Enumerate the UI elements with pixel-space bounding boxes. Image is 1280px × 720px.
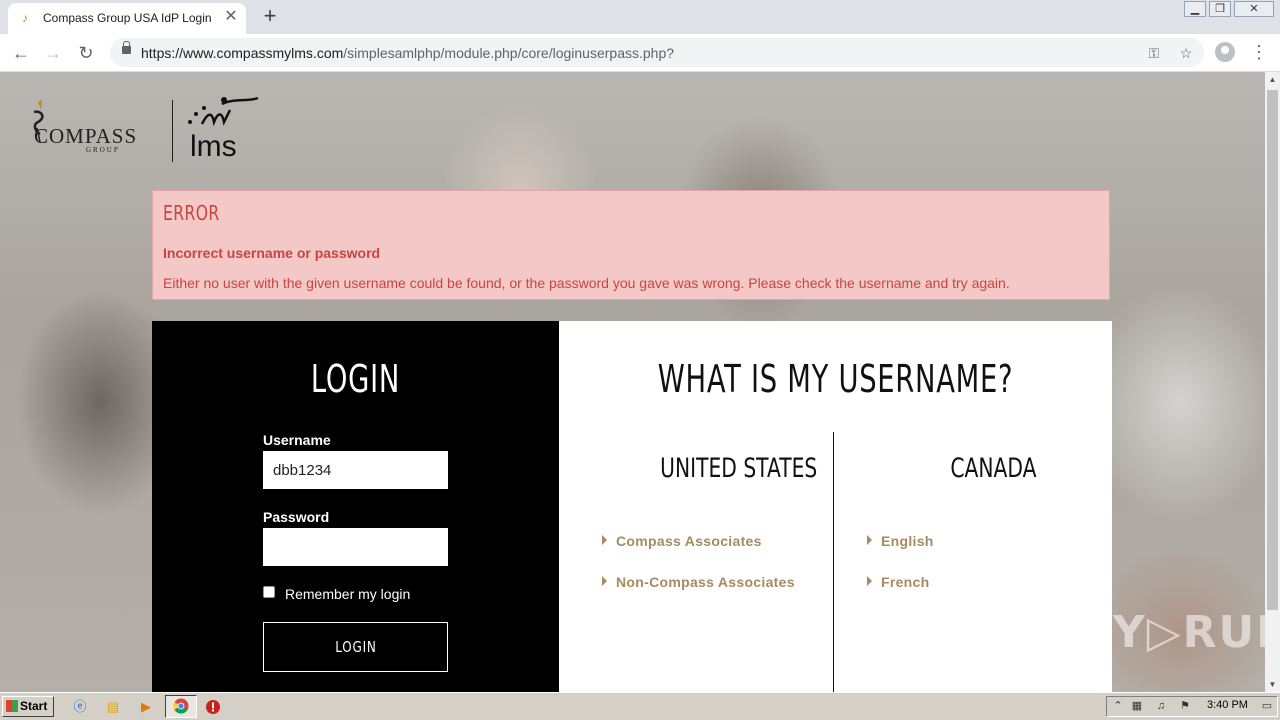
link-canada-french[interactable]: French	[881, 574, 929, 590]
anyrun-watermark: ANY▷RUN	[1038, 607, 1265, 658]
error-alert: ERROR Incorrect username or password Eit…	[152, 190, 1110, 300]
username-label: Username	[263, 432, 331, 448]
new-tab-button[interactable]: +	[258, 5, 282, 29]
taskbar-clock[interactable]: 3:40 PM	[1207, 699, 1248, 711]
scroll-up-icon[interactable]: ▲	[1265, 72, 1280, 87]
windows-flag-icon	[6, 700, 18, 712]
browser-menu-icon[interactable]: ⋮	[1250, 40, 1268, 64]
username-input[interactable]	[263, 451, 448, 489]
system-tray: ⌃ ▦ ♫ ⚑ 3:40 PM ▭	[1106, 696, 1278, 717]
chrome-taskbar-button[interactable]	[165, 695, 197, 718]
address-bar[interactable]: https://www.compassmylms.com/simplesamlp…	[110, 38, 1204, 67]
browser-tab[interactable]: ♪ Compass Group USA IdP Login ✕	[8, 3, 246, 34]
browser-toolbar: ← → ↻ https://www.compassmylms.com/simpl…	[0, 34, 1280, 72]
column-divider	[833, 432, 834, 692]
restore-window-button[interactable]: ❐	[1209, 1, 1231, 17]
browser-tab-strip: ♪ Compass Group USA IdP Login ✕ + ▁ ❐ ✕	[0, 0, 1280, 34]
start-label: Start	[20, 699, 48, 713]
login-button-label: LOGIN	[334, 638, 377, 656]
bookmark-star-icon[interactable]: ☆	[1176, 43, 1196, 63]
minimize-window-button[interactable]: ▁	[1184, 1, 1206, 17]
password-label: Password	[263, 509, 330, 525]
caret-right-icon	[867, 576, 872, 586]
united-states-heading: UNITED STATES	[660, 453, 818, 484]
key-icon[interactable]: ⚿	[1144, 43, 1164, 63]
caret-right-icon	[867, 535, 872, 545]
close-tab-icon[interactable]: ✕	[222, 8, 240, 26]
media-player-icon[interactable]: ▶	[136, 697, 156, 717]
scroll-down-icon[interactable]: ▼	[1265, 677, 1280, 692]
compass-favicon-icon: ♪	[22, 11, 28, 25]
username-help-title: WHAT IS MY USERNAME?	[657, 357, 1014, 401]
compass-mylms-logo[interactable]: COMPASS GROUP lms	[22, 94, 272, 164]
canada-heading: CANADA	[950, 453, 1037, 484]
logo-group-text: GROUP	[86, 146, 120, 154]
show-desktop-icon[interactable]: ▭	[1259, 698, 1275, 714]
remember-login-label[interactable]: Remember my login	[285, 586, 410, 602]
tab-title: Compass Group USA IdP Login	[43, 11, 212, 25]
login-title: LOGIN	[310, 357, 401, 401]
caret-right-icon	[602, 535, 607, 545]
link-non-compass-associates[interactable]: Non-Compass Associates	[616, 574, 795, 590]
forward-button[interactable]: →	[40, 40, 66, 66]
file-explorer-icon[interactable]: ▤	[103, 697, 123, 717]
link-compass-associates[interactable]: Compass Associates	[616, 533, 762, 549]
chrome-icon	[173, 698, 189, 714]
caret-right-icon	[602, 576, 607, 586]
profile-avatar-icon[interactable]	[1215, 42, 1235, 62]
reload-button[interactable]: ↻	[73, 40, 99, 66]
username-help-panel: WHAT IS MY USERNAME? UNITED STATES Compa…	[559, 321, 1112, 692]
start-button[interactable]: Start	[2, 696, 54, 717]
error-heading: Incorrect username or password	[163, 245, 381, 261]
internet-explorer-icon[interactable]: ⓔ	[70, 697, 90, 717]
login-panel: LOGIN Username Password Remember my logi…	[152, 321, 559, 692]
logo-lms-text: lms	[190, 130, 237, 163]
network-icon[interactable]: ▦	[1129, 698, 1145, 714]
volume-icon[interactable]: ♫	[1153, 698, 1169, 714]
windows-taskbar: Start ⓔ ▤ ▶ ⌃ ▦ ♫ ⚑ 3:40 PM ▭	[0, 692, 1280, 720]
error-title: ERROR	[163, 201, 220, 225]
link-canada-english[interactable]: English	[881, 533, 934, 549]
password-input[interactable]	[263, 528, 448, 566]
scroll-thumb[interactable]	[1267, 90, 1278, 610]
page-scrollbar[interactable]: ▲ ▼	[1265, 72, 1280, 692]
page-background: COMPASS GROUP lms ERROR Incorrect userna…	[0, 72, 1265, 692]
close-window-button[interactable]: ✕	[1234, 1, 1274, 17]
login-button[interactable]: LOGIN	[263, 622, 448, 672]
remember-login-checkbox[interactable]	[263, 586, 275, 598]
logo-divider	[172, 100, 173, 162]
security-alert-icon[interactable]	[205, 699, 221, 715]
error-message: Either no user with the given username c…	[163, 275, 1010, 291]
show-hidden-icons-icon[interactable]: ⌃	[1110, 698, 1126, 714]
back-button[interactable]: ←	[8, 40, 34, 66]
url-text[interactable]: https://www.compassmylms.com/simplesamlp…	[141, 45, 674, 61]
lock-icon	[122, 41, 131, 54]
action-center-flag-icon[interactable]: ⚑	[1177, 698, 1193, 714]
